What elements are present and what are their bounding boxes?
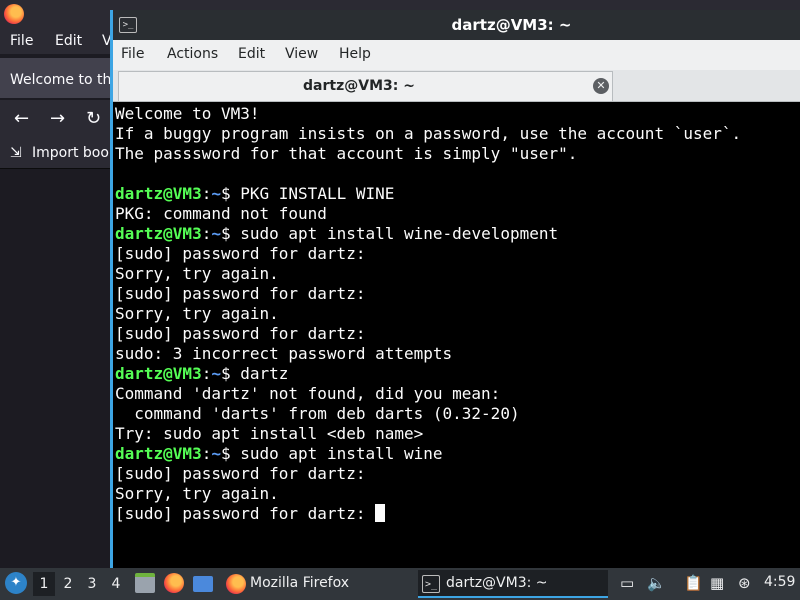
import-bookmarks-link[interactable]: Import book (32, 145, 117, 161)
terminal-titlebar[interactable]: >_ dartz@VM3: ~ (113, 10, 800, 40)
forward-arrow-icon[interactable]: → (50, 108, 65, 129)
update-notifier-icon[interactable]: ⊛ (738, 574, 751, 592)
command-text: dartz (240, 364, 289, 383)
workspace-3[interactable]: 3 (81, 572, 103, 596)
close-tab-icon[interactable]: ✕ (593, 78, 609, 94)
network-icon[interactable]: ▦ (710, 574, 724, 592)
clock[interactable]: 4:59 (764, 574, 795, 590)
command-text: sudo apt install wine-development (240, 224, 559, 243)
prompt-separator: : (201, 224, 212, 243)
terminal-output-line: [sudo] password for dartz: (115, 284, 366, 303)
task-firefox-label: Mozilla Firefox (250, 575, 350, 591)
terminal-output-line: sudo: 3 incorrect password attempts (115, 344, 453, 363)
tray-scroll-icon[interactable]: ▭ (620, 574, 634, 592)
terminal-output-line: command 'darts' from deb darts (0.32-20) (115, 404, 520, 423)
command-text: sudo apt install wine (240, 444, 443, 463)
prompt-path: ~ (211, 224, 221, 243)
reload-icon[interactable]: ↻ (86, 108, 101, 129)
terminal-output-line: Sorry, try again. (115, 264, 279, 283)
prompt-user-host: dartz@VM3 (115, 184, 202, 203)
prompt-separator: : (201, 184, 212, 203)
prompt-path: ~ (211, 184, 221, 203)
terminal-command-line: dartz@VM3:~$ dartz (115, 364, 795, 384)
task-terminal-label: dartz@VM3: ~ (446, 575, 548, 591)
terminal-task-icon: >_ (422, 575, 440, 593)
prompt-symbol: $ (220, 184, 241, 203)
terminal-window: >_ dartz@VM3: ~ File Actions Edit View H… (110, 10, 800, 568)
terminal-output[interactable]: Welcome to VM3! If a buggy program insist… (115, 104, 795, 564)
command-text: PKG INSTALL WINE (240, 184, 395, 203)
terminal-tab[interactable]: dartz@VM3: ~ ✕ (118, 71, 613, 101)
terminal-menu-edit[interactable]: Edit (238, 46, 265, 62)
task-terminal[interactable]: >_ dartz@VM3: ~ (418, 570, 608, 598)
clipboard-icon[interactable]: 📋 (684, 574, 703, 592)
terminal-output-line: [sudo] password for dartz: (115, 504, 795, 524)
file-manager-icon[interactable] (135, 573, 155, 593)
terminal-menu-actions[interactable]: Actions (167, 46, 218, 62)
prompt-user-host: dartz@VM3 (115, 364, 202, 383)
prompt-symbol: $ (220, 364, 241, 383)
terminal-tabbar: dartz@VM3: ~ ✕ (113, 70, 800, 102)
workspace-4[interactable]: 4 (105, 572, 127, 596)
taskbar: ✦ 1 2 3 4 Mozilla Firefox >_ dartz@VM3: … (0, 568, 800, 600)
prompt-path: ~ (211, 444, 221, 463)
terminal-output-line: The passsword for that account is simply… (115, 144, 578, 163)
workspace-2[interactable]: 2 (57, 572, 79, 596)
prompt-symbol: $ (220, 444, 241, 463)
task-firefox[interactable]: Mozilla Firefox (222, 570, 412, 598)
prompt-symbol: $ (220, 224, 241, 243)
import-icon: ⇲ (10, 145, 22, 161)
volume-icon[interactable]: 🔈 (647, 574, 666, 592)
terminal-tab-title: dartz@VM3: ~ (303, 78, 415, 94)
terminal-output-line: [sudo] password for dartz: (115, 324, 366, 343)
terminal-output-line: Sorry, try again. (115, 484, 279, 503)
prompt-separator: : (201, 444, 212, 463)
terminal-command-line: dartz@VM3:~$ PKG INSTALL WINE (115, 184, 795, 204)
terminal-menubar: File Actions Edit View Help (113, 40, 800, 70)
terminal-output-line: PKG: command not found (115, 204, 327, 223)
text-cursor (375, 504, 386, 522)
terminal-menu-view[interactable]: View (285, 46, 318, 62)
prompt-user-host: dartz@VM3 (115, 444, 202, 463)
terminal-output-line: [sudo] password for dartz: (115, 244, 366, 263)
terminal-output-line: [sudo] password for dartz: (115, 464, 366, 483)
terminal-command-line: dartz@VM3:~$ sudo apt install wine (115, 444, 795, 464)
terminal-output-line: Try: sudo apt install <deb name> (115, 424, 424, 443)
prompt-path: ~ (211, 364, 221, 383)
prompt-user-host: dartz@VM3 (115, 224, 202, 243)
terminal-window-title: dartz@VM3: ~ (451, 16, 572, 34)
firefox-logo-icon (4, 4, 24, 24)
terminal-menu-file[interactable]: File (121, 46, 144, 62)
prompt-separator: : (201, 364, 212, 383)
terminal-output-line: Sorry, try again. (115, 304, 279, 323)
back-arrow-icon[interactable]: ← (14, 108, 29, 129)
firefox-icon (226, 574, 246, 594)
firefox-tab-title: Welcome to the (10, 72, 120, 88)
terminal-command-line: dartz@VM3:~$ sudo apt install wine-devel… (115, 224, 795, 244)
firefox-menu-file[interactable]: File (10, 33, 33, 49)
show-desktop-icon[interactable] (193, 576, 213, 592)
terminal-output-line: If a buggy program insists on a password… (115, 124, 742, 143)
firefox-menu-edit[interactable]: Edit (55, 33, 82, 49)
terminal-output-line: Command 'dartz' not found, did you mean: (115, 384, 501, 403)
start-menu-icon[interactable]: ✦ (5, 572, 27, 594)
firefox-launcher-icon[interactable] (164, 573, 184, 593)
terminal-menu-help[interactable]: Help (339, 46, 371, 62)
workspace-1[interactable]: 1 (33, 572, 55, 596)
terminal-output-line: Welcome to VM3! (115, 104, 260, 123)
